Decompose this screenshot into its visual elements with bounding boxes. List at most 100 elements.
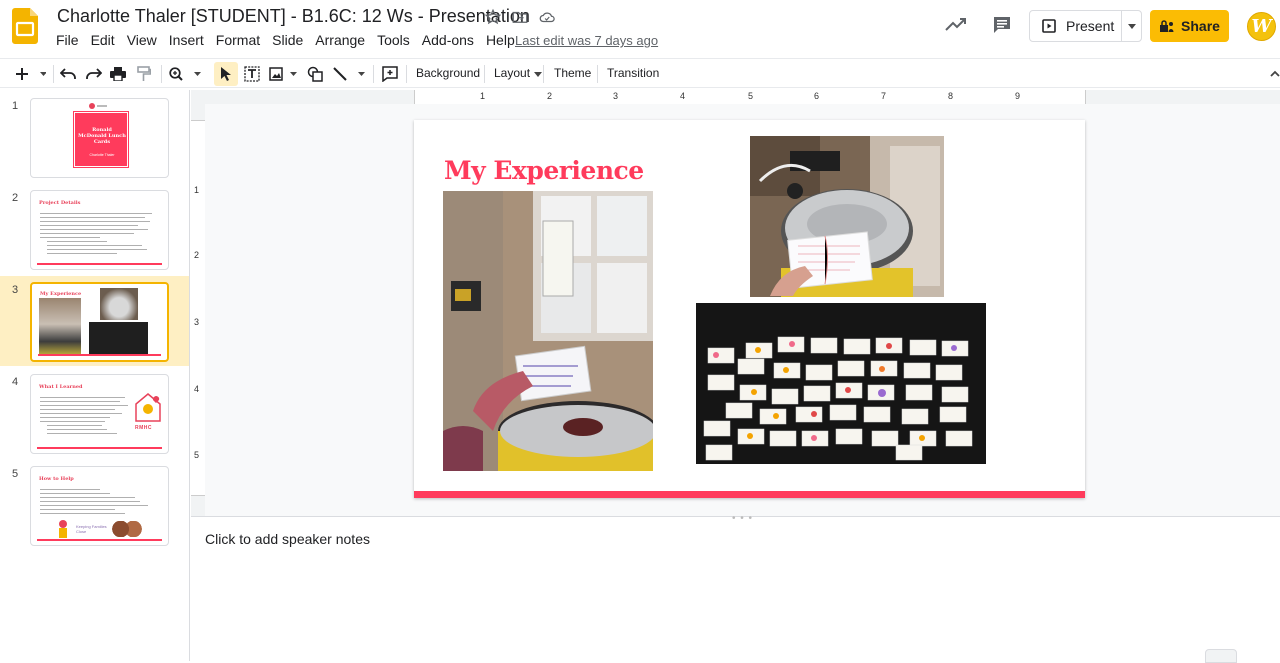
move-folder-icon[interactable] — [511, 8, 529, 26]
text-box-icon — [244, 66, 260, 82]
ruler-mark: 8 — [948, 91, 954, 101]
filmstrip: 1 Ronald McDonald Lunch Cards Charlotte … — [0, 90, 190, 661]
slides-logo-icon[interactable] — [12, 8, 38, 44]
transition-button[interactable]: Transition — [607, 66, 659, 80]
line-button[interactable] — [331, 64, 367, 84]
cloud-status-icon[interactable] — [538, 8, 556, 26]
ruler-mark: 4 — [680, 91, 686, 101]
redo-button[interactable] — [84, 64, 104, 84]
slide-thumbnail: Ronald McDonald Lunch Cards Charlotte Th… — [30, 98, 169, 178]
menu-file[interactable]: File — [56, 32, 79, 48]
theme-button[interactable]: Theme — [554, 66, 591, 80]
menu-tools[interactable]: Tools — [377, 32, 410, 48]
thumb-title: Project Details — [39, 200, 81, 206]
filmstrip-slide-3[interactable]: 3 My Experience — [0, 276, 189, 366]
undo-button[interactable] — [58, 64, 78, 84]
speaker-notes-panel[interactable]: Click to add speaker notes — [191, 520, 1280, 661]
ruler-mark: 3 — [194, 317, 200, 327]
slide-number: 1 — [12, 100, 19, 112]
paint-format-icon — [137, 66, 151, 81]
comments-icon[interactable] — [992, 15, 1012, 35]
filmstrip-slide-2[interactable]: 2 Project Details — [0, 184, 189, 274]
new-slide-button[interactable] — [14, 64, 48, 84]
filmstrip-slide-1[interactable]: 1 Ronald McDonald Lunch Cards Charlotte … — [0, 92, 189, 182]
lunch-cards-board-photo[interactable] — [696, 303, 986, 464]
thumb-photo-2 — [100, 288, 138, 320]
donation-box-photo[interactable] — [443, 191, 653, 471]
thumb-title: What I Learned — [39, 384, 83, 390]
print-icon — [110, 67, 126, 81]
filmstrip-slide-4[interactable]: 4 What I Learned RMHC — [0, 368, 189, 458]
menu-insert[interactable]: Insert — [169, 32, 204, 48]
activity-trend-icon[interactable] — [945, 15, 967, 33]
image-button[interactable] — [268, 64, 300, 84]
menu-view[interactable]: View — [127, 32, 157, 48]
thumb-title: How to Help — [39, 476, 74, 482]
shape-icon — [307, 66, 323, 82]
add-comment-button[interactable] — [380, 64, 400, 84]
select-tool-button[interactable] — [217, 64, 235, 84]
menu-arrange[interactable]: Arrange — [315, 32, 365, 48]
zoom-button[interactable] — [168, 64, 204, 84]
vertical-ruler[interactable]: 1 2 3 4 5 — [191, 104, 205, 518]
share-button[interactable]: Share — [1150, 10, 1229, 42]
slide-number: 2 — [12, 192, 19, 204]
menu-addons[interactable]: Add-ons — [422, 32, 474, 48]
print-button[interactable] — [108, 64, 128, 84]
toolbar: Background Layout Theme Transition — [0, 58, 1280, 88]
slide-thumbnail: My Experience — [30, 282, 169, 362]
paint-format-button[interactable] — [134, 64, 154, 84]
slide-number: 5 — [12, 468, 19, 480]
filmstrip-slide-5[interactable]: 5 How to Help Keeping Families Close — [0, 460, 189, 550]
menu-edit[interactable]: Edit — [91, 32, 115, 48]
text-box-button[interactable] — [242, 64, 262, 84]
present-label: Present — [1066, 18, 1115, 34]
horizontal-ruler[interactable]: 1 2 3 4 5 6 7 8 9 — [191, 90, 1280, 104]
shape-button[interactable] — [305, 64, 325, 84]
slide-thumbnail: How to Help Keeping Families Close — [30, 466, 169, 546]
share-label: Share — [1181, 18, 1220, 34]
layout-button[interactable]: Layout — [494, 66, 543, 80]
select-arrow-icon — [221, 67, 231, 81]
line-icon — [333, 67, 365, 81]
ruler-mark: 9 — [1015, 91, 1021, 101]
rmhc-house-logo-icon — [135, 393, 161, 422]
ruler-mark: 2 — [547, 91, 553, 101]
slide-thumbnail: Project Details — [30, 190, 169, 270]
title-bar: Charlotte Thaler [STUDENT] - B1.6C: 12 W… — [0, 0, 1280, 56]
ruler-mark: 1 — [194, 185, 200, 195]
menu-help[interactable]: Help — [486, 32, 515, 48]
title-card-subtitle: Charlotte Thaler — [89, 153, 115, 157]
slide-number: 4 — [12, 376, 19, 388]
cookies-image — [111, 521, 143, 537]
document-title[interactable]: Charlotte Thaler [STUDENT] - B1.6C: 12 W… — [57, 6, 530, 27]
menu-format[interactable]: Format — [216, 32, 260, 48]
present-icon — [1042, 19, 1056, 33]
redo-icon — [86, 68, 102, 79]
last-edit-link[interactable]: Last edit was 7 days ago — [515, 33, 658, 48]
slide-number: 3 — [12, 284, 19, 296]
background-button[interactable]: Background — [416, 66, 480, 80]
rmhc-logo-text: RMHC — [135, 425, 152, 431]
ruler-mark: 7 — [881, 91, 887, 101]
menu-slide[interactable]: Slide — [272, 32, 303, 48]
slide-accent-bar — [414, 491, 1085, 498]
current-slide[interactable]: My Experience — [414, 120, 1085, 498]
thumb-photo-3 — [89, 322, 148, 355]
account-avatar[interactable]: W — [1247, 12, 1276, 41]
slide-title[interactable]: My Experience — [444, 156, 644, 185]
title-card-text: Ronald McDonald Lunch Cards — [78, 127, 126, 145]
ronald-figure-icon — [59, 520, 67, 538]
speaker-notes-placeholder[interactable]: Click to add speaker notes — [205, 531, 370, 547]
collapse-toolbar-icon[interactable] — [1270, 69, 1280, 77]
present-dropdown[interactable] — [1121, 11, 1141, 41]
image-icon — [269, 67, 297, 81]
present-button[interactable]: Present — [1030, 11, 1122, 41]
present-button-group: Present — [1029, 10, 1142, 42]
keeping-families-close-text: Keeping Families Close — [76, 524, 107, 534]
ruler-mark: 1 — [480, 91, 486, 101]
star-icon[interactable] — [484, 8, 502, 26]
rmhc-small-logo-icon — [89, 103, 107, 109]
caret-down-icon — [534, 72, 543, 77]
donation-can-photo[interactable] — [750, 136, 944, 297]
